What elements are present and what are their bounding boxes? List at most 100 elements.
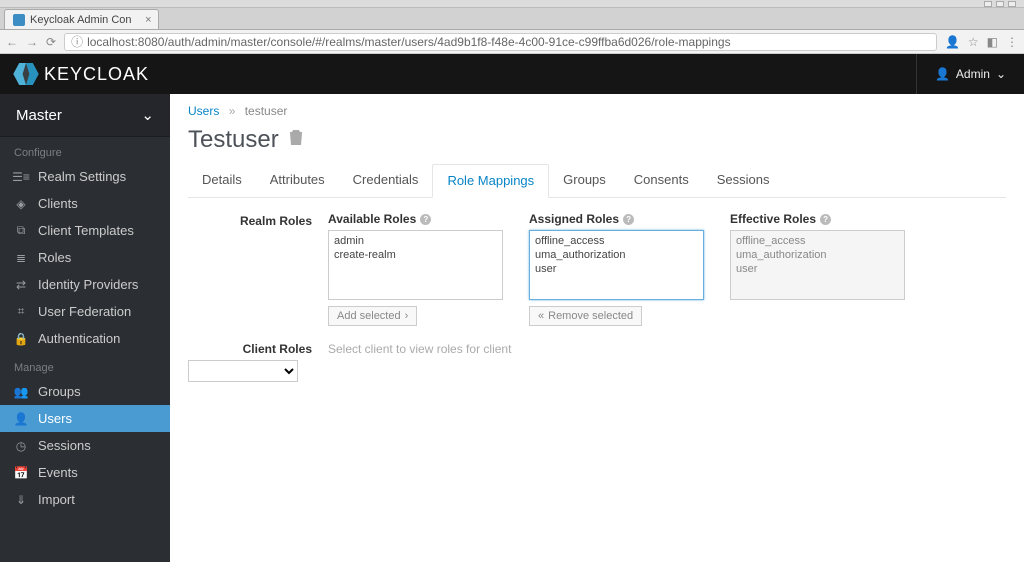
url-input[interactable]: ⓘ localhost:8080/auth/admin/master/conso… xyxy=(64,33,937,51)
chevron-right-icon: › xyxy=(405,310,409,322)
close-tab-icon[interactable]: × xyxy=(145,14,151,26)
realm-name: Master xyxy=(16,107,62,124)
os-window-chrome xyxy=(0,0,1024,8)
nav-icon: 👤 xyxy=(14,412,28,426)
help-icon[interactable]: ? xyxy=(623,214,634,225)
role-option[interactable]: user xyxy=(735,262,900,276)
tab-details[interactable]: Details xyxy=(188,164,256,197)
tab-bar: DetailsAttributesCredentialsRole Mapping… xyxy=(188,164,1006,198)
main-content: Users » testuser Testuser DetailsAttribu… xyxy=(170,94,1024,562)
sidebar-item-label: Groups xyxy=(38,384,81,399)
remove-selected-button[interactable]: «Remove selected xyxy=(529,306,642,326)
nav-reload-icon[interactable]: ⟳ xyxy=(46,35,56,49)
sidebar-item-identity-providers[interactable]: ⇄ Identity Providers xyxy=(0,271,170,298)
page-title: Testuser xyxy=(188,126,1006,154)
personal-icon[interactable]: 👤 xyxy=(945,35,960,49)
sidebar-item-label: Import xyxy=(38,492,75,507)
tab-credentials[interactable]: Credentials xyxy=(339,164,433,197)
user-label: Admin xyxy=(956,67,990,81)
nav-icon: 🔒 xyxy=(14,332,28,346)
sidebar-item-authentication[interactable]: 🔒 Authentication xyxy=(0,325,170,352)
menu-icon[interactable]: ⋮ xyxy=(1006,35,1018,49)
effective-roles-head: Effective Roles xyxy=(730,212,816,226)
sidebar-item-user-federation[interactable]: ⌗User Federation xyxy=(0,298,170,325)
nav-icon: 👥 xyxy=(14,385,28,399)
sidebar-item-client-templates[interactable]: ⧉ Client Templates xyxy=(0,217,170,244)
effective-roles-listbox: offline_accessuma_authorizationuser xyxy=(730,230,905,300)
tab-sessions[interactable]: Sessions xyxy=(703,164,784,197)
realm-roles-label: Realm Roles xyxy=(188,212,328,228)
nav-forward-icon[interactable]: → xyxy=(26,35,38,49)
app-header: KEYCLOAK 👤 Admin ⌄ xyxy=(0,54,1024,94)
keycloak-logo-icon xyxy=(12,63,40,85)
browser-tab[interactable]: Keycloak Admin Con × xyxy=(4,9,159,29)
tab-groups[interactable]: Groups xyxy=(549,164,620,197)
tab-title: Keycloak Admin Con xyxy=(30,14,132,26)
nav-icon: ⇓ xyxy=(14,493,28,507)
user-menu[interactable]: 👤 Admin ⌄ xyxy=(916,54,1006,94)
sidebar-item-label: Sessions xyxy=(38,438,91,453)
brand-logo[interactable]: KEYCLOAK xyxy=(12,63,149,85)
role-option[interactable]: admin xyxy=(333,234,498,248)
role-option[interactable]: user xyxy=(534,262,699,276)
role-option[interactable]: create-realm xyxy=(333,248,498,262)
help-icon[interactable]: ? xyxy=(420,214,431,225)
sidebar-item-label: Users xyxy=(38,411,72,426)
sidebar-section-manage: Manage xyxy=(0,352,170,378)
breadcrumb-parent[interactable]: Users xyxy=(188,104,219,118)
sidebar-item-events[interactable]: 📅 Events xyxy=(0,459,170,486)
sidebar-item-sessions[interactable]: ◷ Sessions xyxy=(0,432,170,459)
sidebar-item-label: Events xyxy=(38,465,78,480)
nav-icon: ⧉ xyxy=(14,223,28,238)
client-roles-label: Client Roles xyxy=(188,340,328,356)
brand-text: KEYCLOAK xyxy=(44,64,149,85)
assigned-roles-listbox[interactable]: offline_accessuma_authorizationuser xyxy=(529,230,704,300)
info-icon: ⓘ xyxy=(71,33,83,50)
client-roles-hint: Select client to view roles for client xyxy=(328,340,511,356)
delete-user-icon[interactable] xyxy=(289,130,303,151)
nav-back-icon[interactable]: ← xyxy=(6,35,18,49)
sidebar: Master ⌄ Configure ☰≡Realm Settings◈Clie… xyxy=(0,94,170,562)
role-option[interactable]: uma_authorization xyxy=(735,248,900,262)
tab-role-mappings[interactable]: Role Mappings xyxy=(432,164,549,198)
nav-icon: ⌗ xyxy=(14,304,28,319)
sidebar-section-configure: Configure xyxy=(0,137,170,163)
sidebar-item-label: Realm Settings xyxy=(38,169,126,184)
role-option[interactable]: uma_authorization xyxy=(534,248,699,262)
chevron-down-icon: ⌄ xyxy=(996,67,1006,81)
realm-selector[interactable]: Master ⌄ xyxy=(0,94,170,137)
user-icon: 👤 xyxy=(935,67,950,81)
sidebar-item-groups[interactable]: 👥 Groups xyxy=(0,378,170,405)
nav-icon: ⇄ xyxy=(14,278,28,292)
nav-icon: ◷ xyxy=(14,439,28,453)
sidebar-item-import[interactable]: ⇓ Import xyxy=(0,486,170,513)
help-icon[interactable]: ? xyxy=(820,214,831,225)
url-text: localhost:8080/auth/admin/master/console… xyxy=(87,35,731,49)
browser-address-bar: ← → ⟳ ⓘ localhost:8080/auth/admin/master… xyxy=(0,30,1024,54)
breadcrumb: Users » testuser xyxy=(188,104,1006,118)
sidebar-item-roles[interactable]: ≣Roles xyxy=(0,244,170,271)
available-roles-head: Available Roles xyxy=(328,212,416,226)
available-roles-listbox[interactable]: admincreate-realm xyxy=(328,230,503,300)
favicon-icon xyxy=(13,14,25,26)
tab-attributes[interactable]: Attributes xyxy=(256,164,339,197)
add-selected-button[interactable]: Add selected› xyxy=(328,306,417,326)
nav-icon: ◈ xyxy=(14,197,28,211)
chevron-down-icon: ⌄ xyxy=(141,106,154,124)
extension-icon[interactable]: ◧ xyxy=(987,35,998,49)
nav-icon: 📅 xyxy=(14,466,28,480)
star-icon[interactable]: ☆ xyxy=(968,35,979,49)
sidebar-item-users[interactable]: 👤 Users xyxy=(0,405,170,432)
sidebar-item-realm-settings[interactable]: ☰≡ Realm Settings xyxy=(0,163,170,190)
sidebar-item-label: Authentication xyxy=(38,331,120,346)
sidebar-item-label: Identity Providers xyxy=(38,277,138,292)
role-option[interactable]: offline_access xyxy=(735,234,900,248)
nav-icon: ☰≡ xyxy=(14,170,28,184)
tab-consents[interactable]: Consents xyxy=(620,164,703,197)
chevron-left-icon: « xyxy=(538,310,544,322)
sidebar-item-label: Client Templates xyxy=(38,223,134,238)
sidebar-item-clients[interactable]: ◈Clients xyxy=(0,190,170,217)
client-select[interactable] xyxy=(188,360,298,382)
sidebar-item-label: Roles xyxy=(38,250,71,265)
role-option[interactable]: offline_access xyxy=(534,234,699,248)
